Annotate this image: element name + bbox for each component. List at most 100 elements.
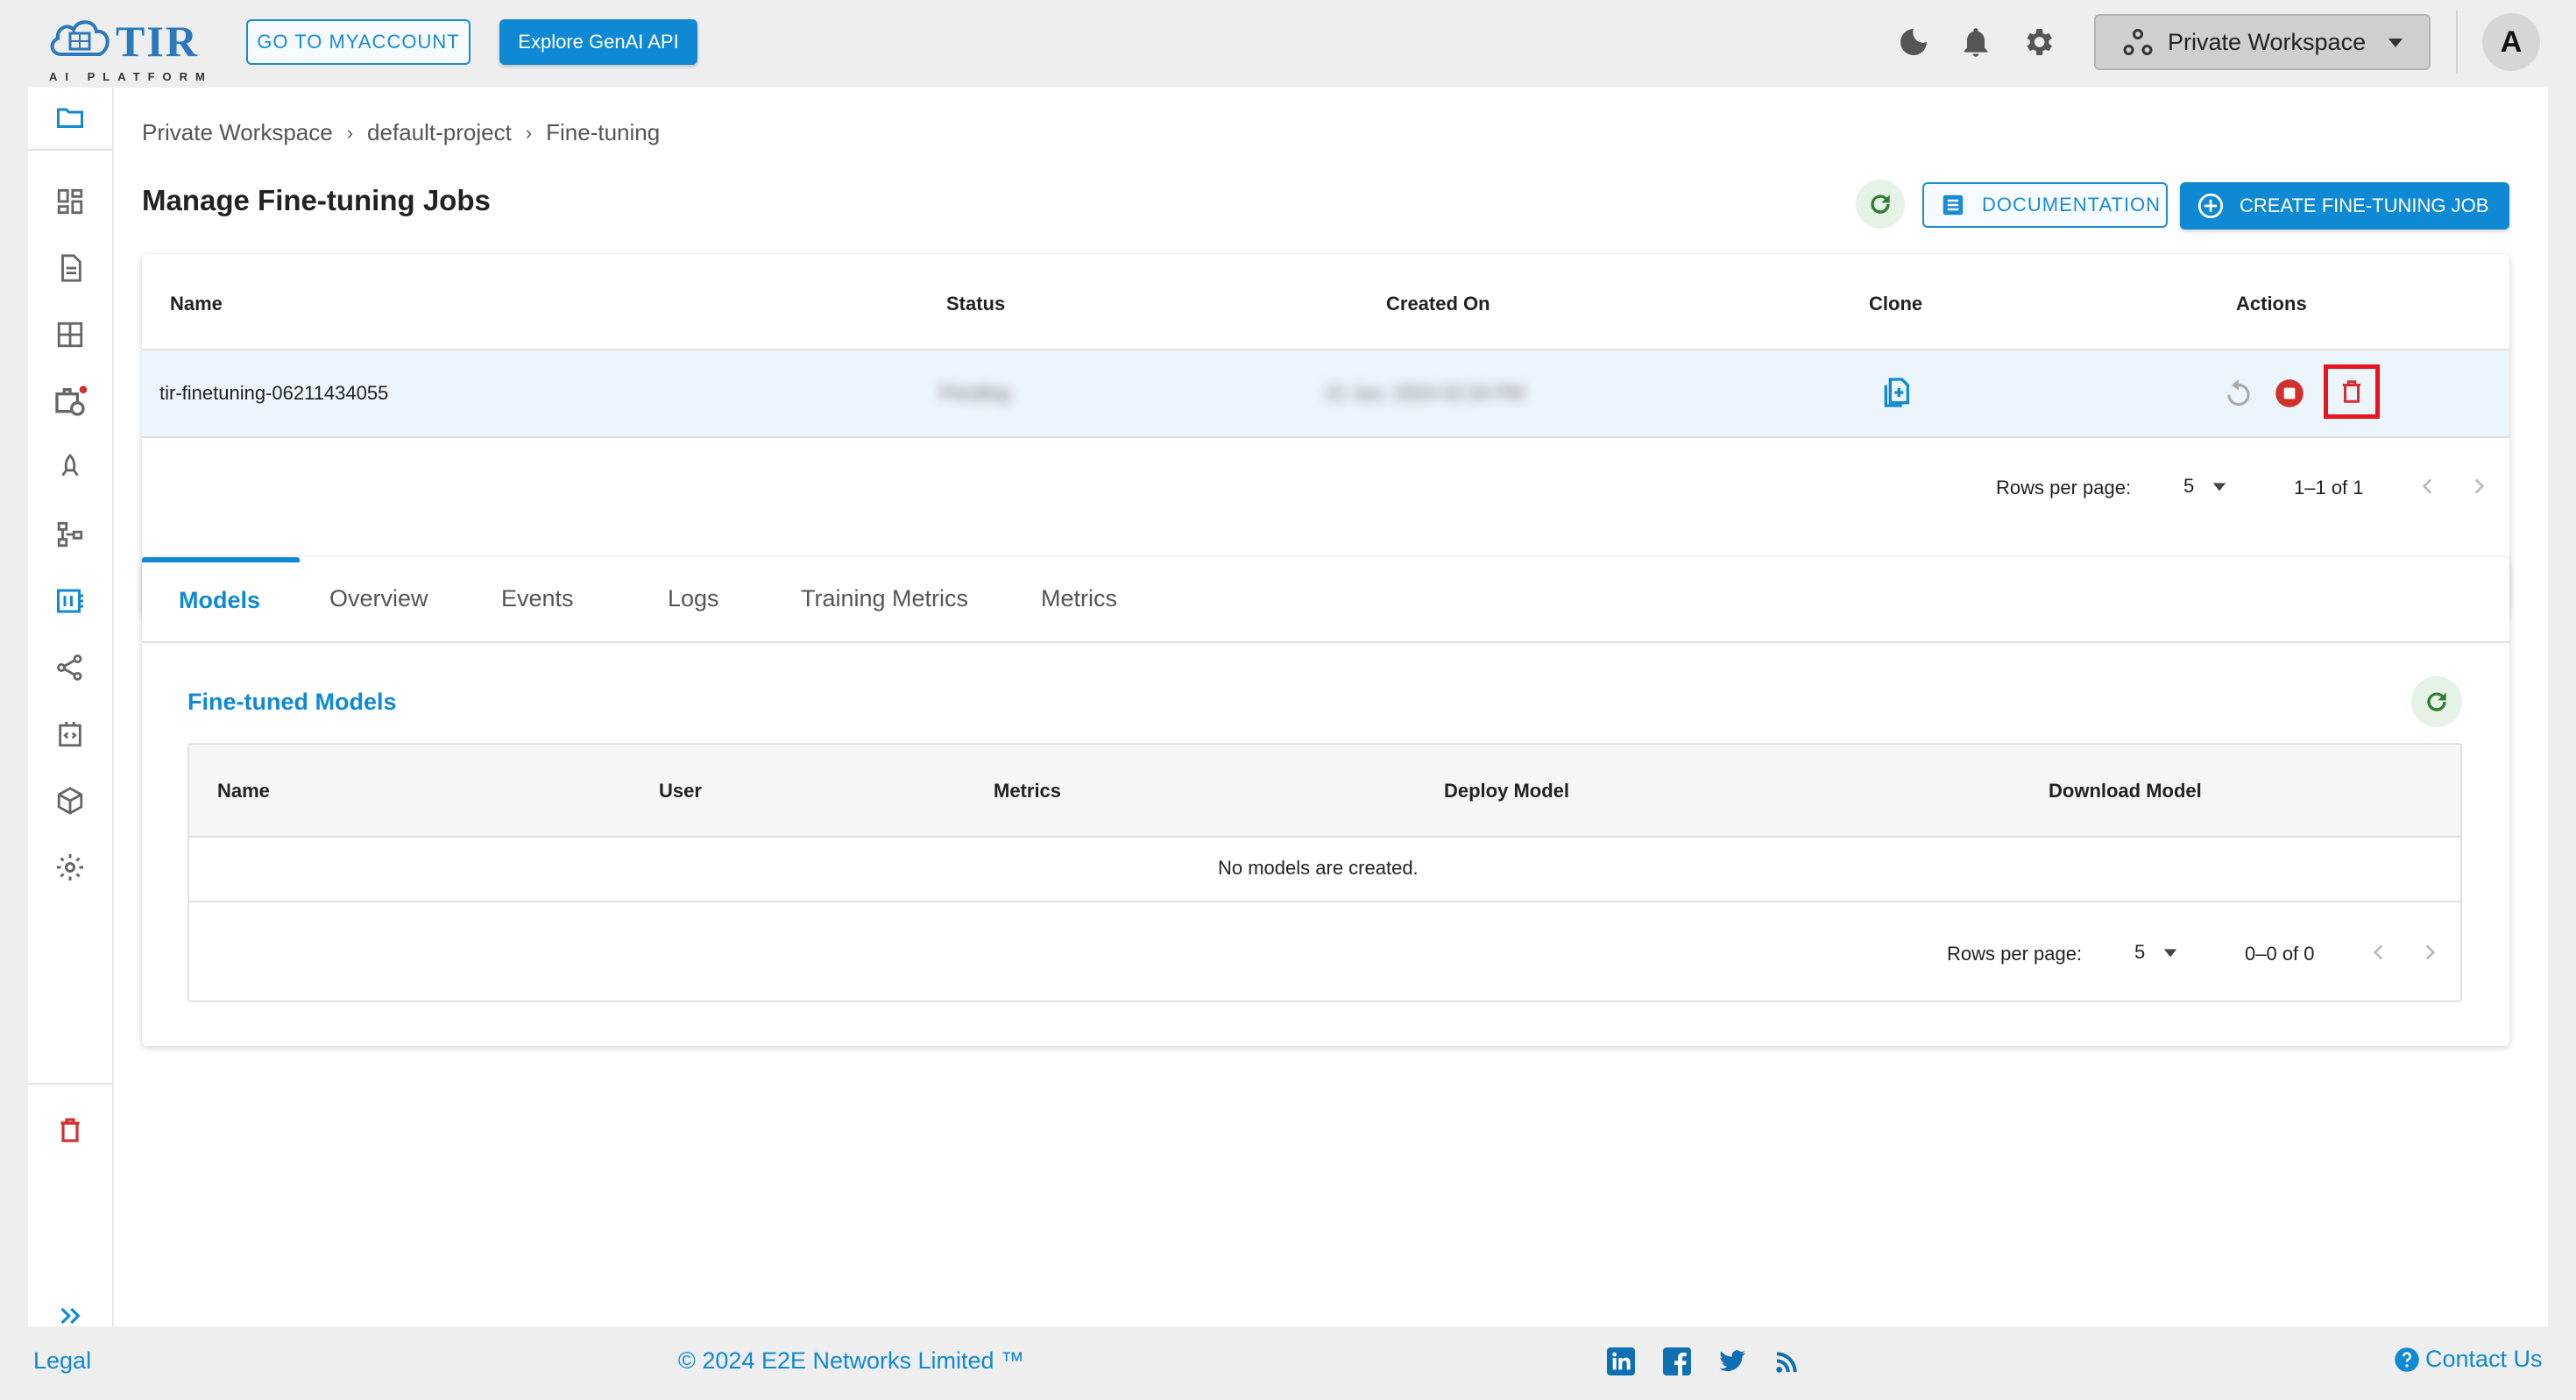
sidebar-item-inference[interactable] — [51, 449, 89, 487]
app-logo[interactable]: TIR AI PLATFORM — [46, 12, 212, 83]
section-title: Fine-tuned Models — [188, 689, 397, 715]
grid-icon — [57, 322, 83, 348]
twitter-icon[interactable] — [1717, 1347, 1747, 1375]
rss-icon[interactable] — [1773, 1347, 1801, 1375]
next-page-button[interactable] — [2467, 475, 2490, 498]
user-avatar[interactable]: A — [2482, 13, 2540, 71]
facebook-icon[interactable] — [1663, 1347, 1691, 1375]
workspace-label: Private Workspace — [2168, 28, 2367, 55]
job-name-cell[interactable]: tir-finetuning-06211434055 — [159, 382, 388, 405]
chevron-down-icon — [2388, 39, 2403, 47]
workspace-icon — [2123, 29, 2153, 55]
documentation-label: DOCUMENTATION — [1982, 194, 2162, 216]
column-header-metrics: Metrics — [994, 780, 1062, 802]
workspace-selector[interactable]: Private Workspace — [2094, 14, 2431, 70]
fine-tuning-icon — [57, 589, 83, 613]
clone-document-icon — [1884, 378, 1909, 407]
documentation-button[interactable]: DOCUMENTATION — [1922, 182, 2168, 228]
empty-row: No models are created. — [189, 836, 2460, 902]
rows-per-page-value: 5 — [2183, 475, 2195, 497]
rows-per-page-select[interactable]: 5 — [2183, 475, 2227, 498]
jobs-pagination: Rows per page: 5 1–1 of 1 — [142, 436, 2509, 527]
column-header-actions: Actions — [2236, 293, 2307, 315]
contact-us-link[interactable]: Contact Us — [2394, 1346, 2543, 1373]
create-fine-tuning-job-button[interactable]: CREATE FINE-TUNING JOB — [2180, 182, 2509, 230]
linkedin-icon[interactable] — [1607, 1347, 1635, 1375]
stop-circle-icon — [2275, 379, 2304, 407]
create-job-label: CREATE FINE-TUNING JOB — [2240, 194, 2489, 216]
previous-page-button[interactable] — [2417, 475, 2439, 498]
job-status-cell: Pending — [939, 382, 1010, 404]
sidebar-item-scheduled-jobs[interactable] — [51, 382, 89, 421]
help-circle-icon — [2395, 1347, 2419, 1372]
refresh-models-button[interactable] — [2411, 676, 2462, 727]
sidebar-item-pipelines[interactable] — [51, 515, 89, 554]
stop-button[interactable] — [2273, 377, 2306, 410]
tab-events[interactable]: Events — [501, 585, 574, 612]
sidebar-item-notebooks[interactable] — [51, 249, 89, 287]
refresh-jobs-button[interactable] — [1856, 180, 1905, 229]
footer-copyright: © 2024 E2E Networks Limited ™ — [678, 1347, 1025, 1374]
previous-page-button[interactable] — [2367, 941, 2390, 964]
job-details-card: Models Overview Events Logs Training Met… — [142, 557, 2509, 1046]
cloud-logo-icon — [50, 20, 110, 56]
next-page-button[interactable] — [2418, 941, 2441, 964]
refresh-icon — [2427, 692, 2446, 711]
main-content: Private Workspace › default-project › Fi… — [114, 88, 2548, 1326]
tab-logs[interactable]: Logs — [668, 585, 719, 612]
sidebar-item-fine-tuning[interactable] — [51, 582, 89, 620]
breadcrumb: Private Workspace › default-project › Fi… — [142, 119, 660, 146]
rows-per-page-value: 5 — [2134, 941, 2146, 963]
breadcrumb-separator: › — [525, 121, 533, 144]
go-to-myaccount-button[interactable]: GO TO MYACCOUNT — [246, 19, 471, 65]
chevron-down-icon — [2213, 483, 2226, 491]
double-chevron-right-icon — [60, 1307, 81, 1325]
sidebar-item-integrations[interactable] — [51, 648, 89, 687]
column-header-deploy-model: Deploy Model — [1444, 780, 1570, 802]
sidebar-item-trash[interactable] — [51, 1111, 89, 1149]
sidebar-item-model-repository[interactable] — [51, 781, 89, 820]
tabs-bar: Models Overview Events Logs Training Met… — [142, 557, 2509, 643]
column-header-download-model: Download Model — [2049, 780, 2202, 802]
chevron-down-icon — [2164, 949, 2177, 958]
logo-text: TIR — [116, 17, 199, 66]
table-row[interactable]: tir-finetuning-06211434055 Pending 21 Ju… — [142, 350, 2509, 438]
sidebar — [28, 88, 113, 1326]
tab-metrics[interactable]: Metrics — [1041, 585, 1117, 612]
code-badge-icon — [59, 721, 81, 747]
delete-job-button[interactable] — [2324, 364, 2380, 419]
clone-button[interactable] — [1879, 375, 1914, 410]
tab-training-metrics[interactable]: Training Metrics — [801, 585, 968, 612]
sidebar-item-projects[interactable] — [51, 98, 89, 137]
footer-legal-link[interactable]: Legal — [33, 1347, 91, 1375]
explore-genai-api-button[interactable]: Explore GenAI API — [499, 19, 697, 65]
sidebar-expand-button[interactable] — [51, 1297, 89, 1335]
sidebar-item-settings[interactable] — [51, 848, 89, 887]
retry-button[interactable] — [2222, 377, 2255, 410]
sidebar-item-api-tokens[interactable] — [51, 715, 89, 753]
share-nodes-icon — [57, 654, 82, 681]
retry-icon — [2227, 379, 2250, 407]
empty-message: No models are created. — [1218, 857, 1419, 879]
column-header-clone: Clone — [1869, 293, 1923, 315]
chevron-right-icon — [2474, 478, 2485, 494]
models-table: Name User Metrics Deploy Model Download … — [188, 743, 2462, 1002]
breadcrumb-item-project[interactable]: default-project — [367, 119, 512, 146]
tab-active-indicator — [142, 557, 300, 562]
rows-per-page-label: Rows per page: — [1996, 477, 2132, 498]
tab-models[interactable]: Models — [179, 587, 260, 614]
document-icon — [61, 254, 81, 282]
add-circle-icon — [2197, 193, 2224, 219]
column-header-created-on: Created On — [1386, 293, 1490, 315]
settings-gear-icon[interactable] — [2020, 25, 2056, 60]
sidebar-item-datasets[interactable] — [51, 315, 89, 354]
breadcrumb-item-workspace[interactable]: Private Workspace — [142, 119, 333, 146]
theme-toggle-moon-icon[interactable] — [1896, 25, 1931, 60]
notifications-bell-icon[interactable] — [1958, 25, 1993, 60]
tab-overview[interactable]: Overview — [329, 585, 428, 612]
rows-per-page-select[interactable]: 5 — [2134, 941, 2178, 964]
models-pagination: Rows per page: 5 0–0 of 0 — [189, 902, 2460, 1001]
column-header-user: User — [659, 780, 702, 802]
logo-subtitle: AI PLATFORM — [49, 70, 213, 83]
sidebar-item-dashboard[interactable] — [51, 182, 89, 221]
